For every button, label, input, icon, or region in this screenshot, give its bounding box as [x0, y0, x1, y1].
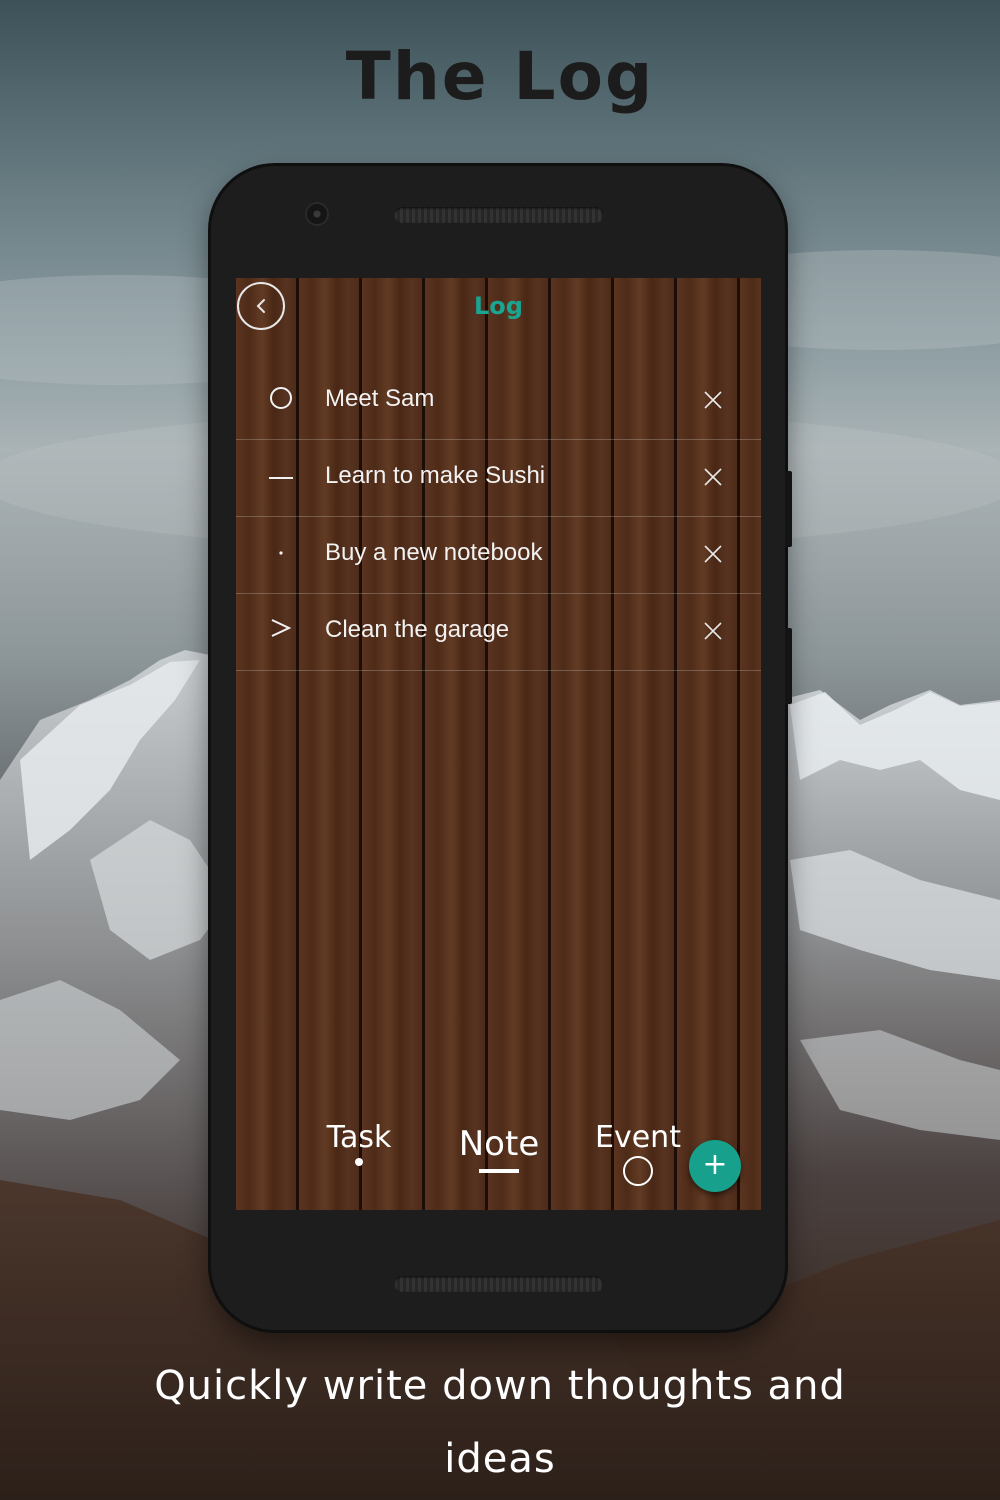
- phone-side-button: [785, 471, 792, 547]
- phone-frame: Log Meet Sam Learn to make Sushi Buy a n…: [211, 166, 792, 1330]
- log-list: Meet Sam Learn to make Sushi Buy a new n: [236, 363, 761, 671]
- tab-event-label: Event: [595, 1120, 681, 1155]
- close-icon[interactable]: [700, 387, 726, 413]
- tab-note[interactable]: Note: [449, 1124, 549, 1178]
- list-item-text: Clean the garage: [325, 616, 510, 643]
- list-item-text: Learn to make Sushi: [325, 462, 546, 489]
- close-icon[interactable]: [700, 541, 726, 567]
- dot-icon: [355, 1158, 363, 1166]
- front-camera: [307, 204, 327, 224]
- list-item[interactable]: Meet Sam: [236, 363, 761, 440]
- feature-caption: Quickly write down thoughts and ideas: [154, 1363, 846, 1482]
- entry-type-tabbar: Task Note Event +: [236, 1110, 761, 1210]
- tab-task-label: Task: [326, 1120, 392, 1155]
- tab-event[interactable]: Event: [588, 1120, 688, 1187]
- phone-speaker-top: [394, 207, 604, 223]
- list-item[interactable]: Buy a new notebook: [236, 517, 761, 594]
- chevron-right-icon: [271, 619, 292, 637]
- circle-icon: [623, 1156, 653, 1186]
- phone-side-button: [785, 628, 792, 704]
- list-item-text: Meet Sam: [325, 385, 435, 412]
- screen-title: Log: [474, 292, 523, 320]
- dash-icon: [479, 1169, 519, 1173]
- dash-icon: [269, 477, 293, 479]
- dot-icon: [279, 551, 283, 555]
- close-icon[interactable]: [700, 464, 726, 490]
- add-entry-button[interactable]: +: [689, 1140, 741, 1192]
- phone-speaker-bottom: [394, 1276, 604, 1292]
- circle-icon: [270, 387, 292, 409]
- list-item[interactable]: Learn to make Sushi: [236, 440, 761, 517]
- list-item-text: Buy a new notebook: [325, 539, 543, 566]
- tab-task[interactable]: Task: [314, 1120, 404, 1169]
- list-item[interactable]: Clean the garage: [236, 594, 761, 671]
- close-icon[interactable]: [700, 618, 726, 644]
- app-screen: Log Meet Sam Learn to make Sushi Buy a n…: [236, 278, 761, 1210]
- tab-note-label: Note: [458, 1124, 540, 1164]
- page-headline: The Log: [345, 38, 655, 115]
